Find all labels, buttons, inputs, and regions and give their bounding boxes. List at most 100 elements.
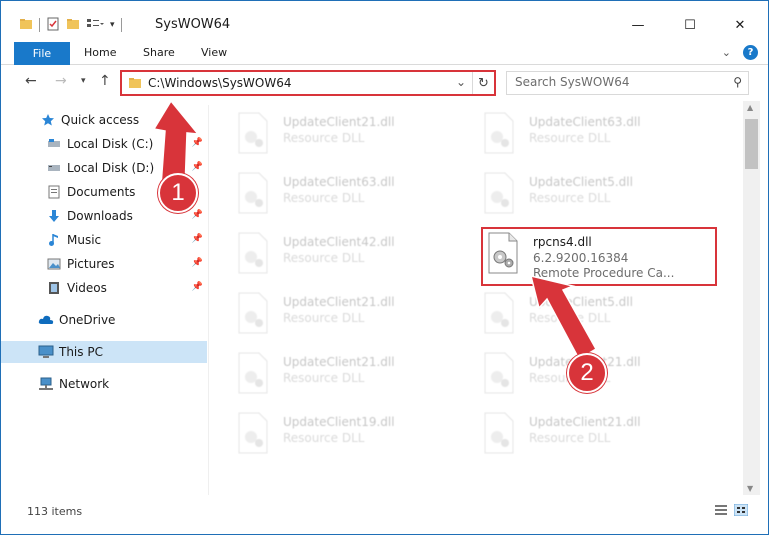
chevron-down-icon[interactable]: ⌄ (722, 46, 731, 59)
tab-view[interactable]: View (201, 46, 227, 59)
file-item[interactable]: UpdateClient63.dll Resource DLL (233, 167, 473, 223)
file-item[interactable]: UpdateClient21.dll Resource DLL (479, 407, 719, 463)
file-type: Resource DLL (529, 431, 611, 445)
pin-icon[interactable]: 📌 (192, 138, 203, 148)
tab-home[interactable]: Home (84, 46, 116, 59)
scroll-down-icon[interactable]: ▼ (747, 484, 753, 493)
scrollbar-thumb[interactable] (745, 119, 758, 169)
toolbar-separator (39, 18, 40, 32)
pin-icon[interactable]: 📌 (192, 234, 203, 244)
file-name: UpdateClient5.dll (529, 175, 633, 189)
sidebar-item-label: Downloads (67, 209, 133, 223)
file-name: UpdateClient21.dll (529, 415, 641, 429)
file-item[interactable]: UpdateClient5.dll Resource DLL (479, 287, 719, 343)
sidebar-item-onedrive[interactable]: OneDrive (1, 309, 207, 331)
dll-file-icon (238, 412, 268, 454)
sidebar-item-label: Local Disk (D:) (67, 161, 155, 175)
pin-icon[interactable]: 📌 (192, 258, 203, 268)
dll-file-icon (238, 292, 268, 334)
view-options-icon[interactable] (86, 17, 104, 34)
tiles-view-icon[interactable] (733, 503, 749, 519)
music-note-icon (45, 232, 63, 248)
pin-icon[interactable]: 📌 (192, 282, 203, 292)
sidebar-item-label: Local Disk (C:) (67, 137, 154, 151)
help-icon[interactable]: ? (743, 45, 758, 60)
file-type: Resource DLL (283, 431, 365, 445)
back-arrow-icon[interactable]: ← (25, 73, 37, 89)
dll-file-icon (238, 352, 268, 394)
window-title: SysWOW64 (155, 17, 231, 32)
file-item[interactable]: UpdateClient5.dll Resource DLL (479, 167, 719, 223)
sidebar-item-label: OneDrive (59, 313, 116, 327)
file-name: UpdateClient63.dll (283, 175, 395, 189)
tab-file[interactable]: File (14, 42, 70, 65)
refresh-icon[interactable]: ↻ (472, 72, 494, 94)
scroll-up-icon[interactable]: ▲ (747, 103, 753, 112)
properties-icon[interactable] (46, 17, 60, 34)
target-file-highlight (481, 227, 717, 286)
file-type: Resource DLL (283, 371, 365, 385)
customize-toolbar-icon[interactable]: ▾ (110, 20, 115, 30)
address-path[interactable]: C:\Windows\SysWOW64 (148, 76, 292, 90)
status-bar: 113 items (1, 499, 768, 523)
file-item[interactable]: UpdateClient21.dll Resource DLL (233, 347, 473, 403)
file-type: Resource DLL (283, 311, 365, 325)
sidebar-item-local-disk-c[interactable]: Local Disk (C:) 📌 (1, 133, 207, 155)
ribbon-controls: ⌄ ? (722, 45, 758, 60)
sidebar-item-pictures[interactable]: Pictures 📌 (1, 253, 207, 275)
folder-icon (128, 76, 142, 93)
sidebar-item-label: Videos (67, 281, 107, 295)
sidebar-item-videos[interactable]: Videos 📌 (1, 277, 207, 299)
file-type: Resource DLL (529, 131, 611, 145)
document-icon (45, 184, 63, 200)
item-count: 113 items (27, 505, 83, 518)
sidebar-item-network[interactable]: Network (1, 373, 207, 395)
file-item[interactable]: UpdateClient63.dll Resource DLL (479, 107, 719, 163)
navigation-pane: Quick access Local Disk (C:) 📌 Local Dis… (1, 105, 209, 495)
search-icon[interactable]: ⚲ (733, 75, 742, 89)
sidebar-item-label: Documents (67, 185, 136, 199)
cloud-icon (37, 312, 55, 328)
view-switcher (714, 503, 749, 519)
file-item[interactable]: UpdateClient19.dll Resource DLL (233, 407, 473, 463)
search-box[interactable]: ⚲ (506, 71, 749, 95)
dll-file-icon (484, 112, 514, 154)
details-view-icon[interactable] (714, 504, 728, 519)
file-name: UpdateClient21.dll (283, 295, 395, 309)
navigation-bar: ← → ▾ ↑ C:\Windows\SysWOW64 ⌄ ↻ ⚲ (1, 65, 768, 101)
vertical-scrollbar[interactable]: ▲ ▼ (743, 101, 760, 495)
file-name: UpdateClient19.dll (283, 415, 395, 429)
file-type: Resource DLL (283, 251, 365, 265)
step-badge-1: 1 (158, 173, 198, 213)
pin-icon[interactable]: 📌 (192, 210, 203, 220)
sidebar-item-this-pc[interactable]: This PC (1, 341, 207, 363)
sidebar-item-music[interactable]: Music 📌 (1, 229, 207, 251)
pin-icon[interactable]: 📌 (192, 162, 203, 172)
recent-locations-icon[interactable]: ▾ (81, 76, 86, 86)
minimize-button[interactable]: — (615, 11, 661, 39)
close-button[interactable]: ✕ (717, 11, 763, 39)
tab-share[interactable]: Share (143, 46, 175, 59)
address-bar[interactable]: C:\Windows\SysWOW64 ⌄ ↻ (120, 70, 496, 96)
sidebar-item-label: Pictures (67, 257, 115, 271)
dll-file-icon (484, 412, 514, 454)
dll-file-icon (484, 292, 514, 334)
file-item[interactable]: UpdateClient21.dll Resource DLL (233, 287, 473, 343)
file-item[interactable]: UpdateClient21.dll Resource DLL (233, 107, 473, 163)
maximize-button[interactable]: ☐ (667, 11, 713, 39)
close-icon: ✕ (734, 17, 746, 33)
drive-icon (45, 136, 63, 152)
file-item[interactable]: UpdateClient42.dll Resource DLL (233, 227, 473, 283)
search-input[interactable] (515, 75, 715, 89)
chevron-down-icon[interactable]: ⌄ (456, 75, 466, 89)
toolbar-separator (120, 18, 122, 32)
folder-icon[interactable] (19, 17, 33, 34)
new-folder-icon[interactable] (66, 17, 80, 34)
computer-icon (37, 344, 55, 360)
network-icon (37, 376, 55, 392)
sidebar-item-quick-access[interactable]: Quick access (1, 109, 207, 131)
sidebar-item-label: Music (67, 233, 102, 247)
forward-arrow-icon[interactable]: → (55, 73, 67, 89)
up-arrow-icon[interactable]: ↑ (99, 73, 111, 89)
dll-file-icon (238, 232, 268, 274)
